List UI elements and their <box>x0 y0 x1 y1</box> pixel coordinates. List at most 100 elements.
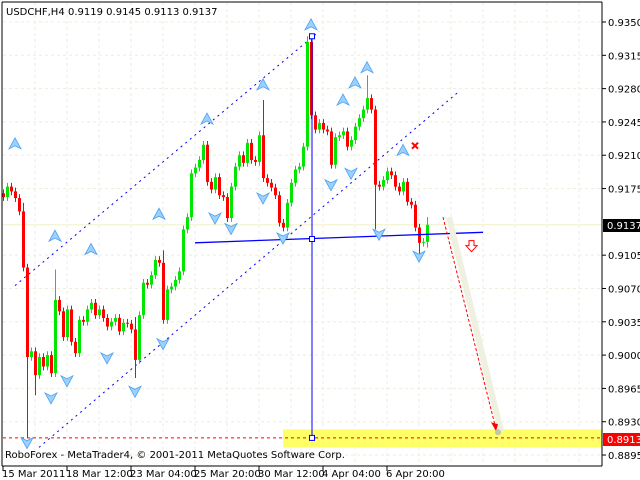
time-tick-label: 25 Mar 20:00 <box>194 469 261 480</box>
bull-candle <box>122 322 125 332</box>
time-tick-label: 4 Apr 04:00 <box>322 469 381 480</box>
bear-candle <box>266 178 269 183</box>
bull-candle <box>166 289 169 320</box>
bear-candle <box>62 311 65 338</box>
bull-candle <box>98 309 101 316</box>
price-chart[interactable]: 0.9350 0.9315 0.9280 0.9245 0.9210 0.9175 0.91… <box>0 0 640 480</box>
bear-candle <box>250 142 253 160</box>
analysis-objects[interactable] <box>194 33 504 441</box>
bear-candle <box>146 282 149 285</box>
time-axis: 15 Mar 2011 18 Mar 12:0023 Mar 04:0025 Ma… <box>2 466 445 480</box>
price-tick-label: 0.9035 <box>608 318 640 329</box>
price-tick-label: 0.9245 <box>608 118 640 129</box>
bear-candle <box>370 98 373 110</box>
bull-candle <box>110 321 113 327</box>
forecast-arrow-shadow <box>446 216 504 432</box>
bull-candle <box>30 351 33 358</box>
bear-candle <box>278 195 281 223</box>
bull-candle <box>298 166 301 170</box>
fractal-up-icon <box>48 229 62 243</box>
bull-candle <box>54 299 57 374</box>
bull-candle <box>234 166 237 187</box>
bull-candle <box>302 146 305 167</box>
price-tick-label: 0.9000 <box>608 351 640 362</box>
bull-candle <box>402 181 405 192</box>
bull-candle <box>214 177 217 190</box>
bear-candle <box>70 309 73 342</box>
fractal-down-icon <box>44 391 58 405</box>
bull-candle <box>190 173 193 218</box>
bear-candle <box>222 195 225 198</box>
bull-candle <box>286 202 289 228</box>
price-tick-label: 0.8965 <box>608 384 640 395</box>
bear-candle <box>74 341 77 354</box>
bear-candle <box>394 175 397 187</box>
bear-candle <box>14 191 17 199</box>
bear-candle <box>162 262 165 320</box>
bear-candle <box>10 186 13 192</box>
bull-candle <box>366 98 369 110</box>
time-tick-label: 15 Mar 2011 <box>2 469 65 480</box>
bear-candle <box>226 197 229 219</box>
bear-candle <box>414 204 417 228</box>
bull-candle <box>86 309 89 322</box>
bull-candle <box>318 122 321 130</box>
fractal-down-icon <box>324 178 338 192</box>
bear-candle <box>130 323 133 330</box>
bear-candle <box>274 187 277 196</box>
fractal-up-icon <box>348 76 362 89</box>
bear-candle <box>18 198 21 212</box>
bear-candle <box>126 322 129 324</box>
bear-candle <box>26 267 29 358</box>
bear-candle <box>34 351 37 376</box>
bull-candle <box>66 309 69 338</box>
bear-candle <box>94 302 97 316</box>
bull-candle <box>194 167 197 174</box>
bear-candle <box>82 319 85 322</box>
bull-candle <box>230 186 233 219</box>
bull-candle <box>426 224 429 242</box>
bull-candle <box>202 144 205 160</box>
price-tick-label: 0.8895 <box>608 451 640 462</box>
price-axis: 0.9350 0.9315 0.9280 0.9245 0.9210 0.9175 0.91… <box>602 18 640 462</box>
bear-candle <box>254 159 257 162</box>
anchor-point <box>309 235 315 242</box>
bull-candle <box>362 109 365 119</box>
bear-candle <box>210 181 213 190</box>
forecast-target-dot <box>495 429 501 436</box>
channel-lines[interactable] <box>14 31 460 448</box>
bull-candle <box>290 182 293 203</box>
bear-candle <box>42 357 45 367</box>
bear-candle <box>282 222 285 228</box>
price-tick-label: 0.9175 <box>608 185 640 196</box>
bear-candle <box>314 115 317 130</box>
bear-candle <box>242 155 245 163</box>
bull-candle <box>114 317 117 322</box>
bear-candle <box>206 144 209 182</box>
bear-candle <box>134 329 137 360</box>
bear-candle <box>390 171 393 176</box>
price-tick-label: 0.9280 <box>608 85 640 96</box>
symbol-title: USDCHF,H4 <box>6 7 65 18</box>
fractal-down-icon <box>20 436 34 450</box>
fractal-down-icon <box>208 212 222 225</box>
fractal-up-icon <box>304 18 318 31</box>
cross-mark-icon <box>411 142 419 150</box>
bull-candle <box>358 118 361 127</box>
current-price-label: 0.9137 <box>607 221 640 232</box>
bear-candle <box>378 184 381 187</box>
grid <box>3 3 601 465</box>
fractal-up-icon <box>336 93 350 106</box>
anchor-point <box>309 33 315 40</box>
price-tick-label: 0.8930 <box>608 418 640 429</box>
price-tick-label: 0.9350 <box>608 18 640 29</box>
bull-candle <box>6 186 9 198</box>
bear-candle <box>374 109 377 185</box>
fractals <box>8 18 426 450</box>
bull-candle <box>170 286 173 290</box>
bull-candle <box>422 241 425 243</box>
bear-candle <box>50 355 53 374</box>
bull-candle <box>178 271 181 280</box>
bull-candle <box>38 357 41 376</box>
bull-candle <box>258 135 261 162</box>
